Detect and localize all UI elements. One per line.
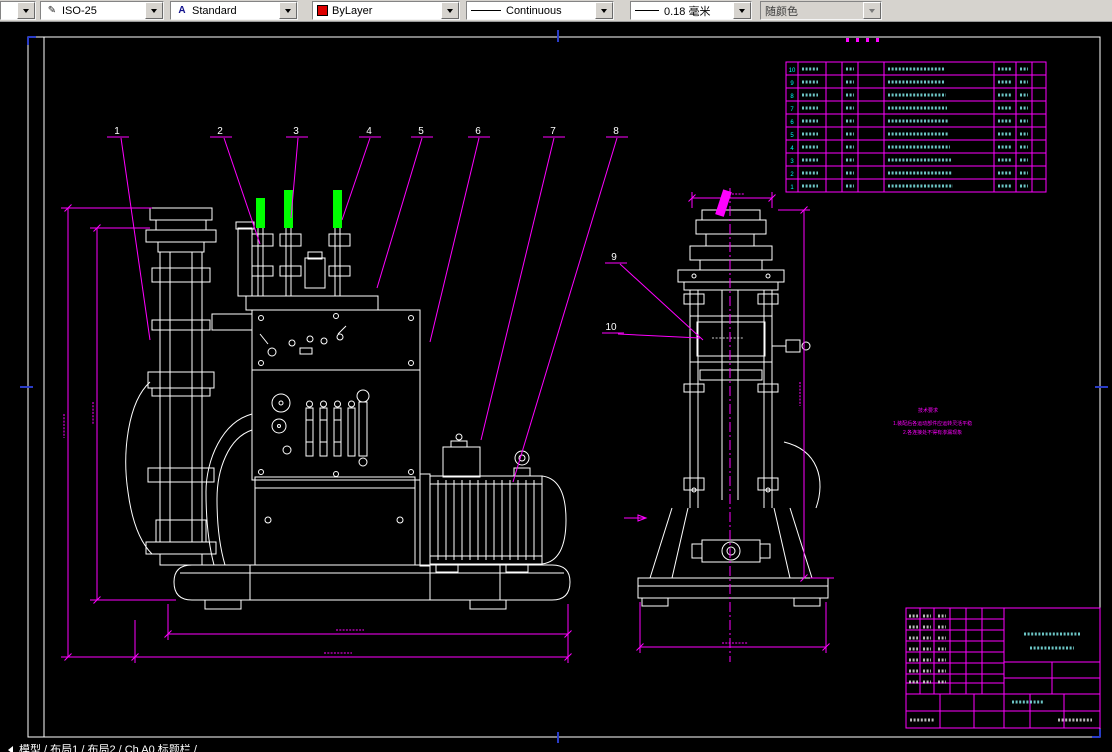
toolbar: ✎ ISO-25 A Standard ByLayer Continuous 0… [0,0,1112,22]
color-swatch-icon [317,5,328,16]
drawing-canvas[interactable]: 1 2 3 4 5 6 7 8 9 10 技术要求 1.装配后各运动部件应运转灵… [0,22,1112,744]
dim-style-combo[interactable]: ✎ ISO-25 [40,1,164,20]
chevron-down-icon[interactable] [17,2,35,19]
selection-grips[interactable] [256,190,342,228]
technical-note: 技术要求 1.装配后各运动部件应运转灵活平稳 2.各连接处不得有渗漏现象 [893,407,972,436]
callout-number: 2 [217,126,223,137]
linetype-value: Continuous [506,4,562,17]
svg-text:2: 2 [790,172,794,178]
dimensions[interactable] [61,192,834,663]
note-line: 技术要求 [918,407,938,414]
title-block-text [909,614,1092,722]
text-style-value: Standard [192,4,237,17]
side-view-geometry[interactable] [637,209,829,607]
note-line: 1.装配后各运动部件应运转灵活平稳 [893,420,972,427]
callout-number: 4 [366,126,372,137]
lineweight-combo[interactable]: 0.18 毫米 [630,1,752,20]
stray-marks [846,38,879,42]
svg-text:1: 1 [790,185,794,191]
color-value: ByLayer [332,4,373,17]
dim-style-icon: ✎ [47,5,57,16]
callout-number: 5 [418,126,424,137]
chevron-down-icon[interactable] [145,2,163,19]
plot-style-combo: 随颜色 [760,1,882,20]
tab-scroll-left-icon[interactable] [8,746,13,752]
color-combo[interactable]: ByLayer [312,1,460,20]
callout-leaders[interactable]: 1 2 3 4 5 6 7 8 9 10 [107,126,704,483]
svg-text:10: 10 [789,68,796,74]
callout-number: 3 [293,126,299,137]
svg-text:7: 7 [790,107,794,113]
svg-text:4: 4 [790,146,794,152]
callout-number: 8 [613,126,619,137]
chevron-down-icon[interactable] [733,2,751,19]
svg-text:3: 3 [790,159,794,165]
layer-combo-partial[interactable] [0,1,36,20]
text-style-combo[interactable]: A Standard [170,1,298,20]
chevron-down-icon[interactable] [595,2,613,19]
sheet-frame [27,36,1101,738]
callout-number: 7 [550,126,556,137]
lineweight-preview-icon [635,10,659,11]
lineweight-value: 0.18 毫米 [664,5,711,18]
chevron-down-icon[interactable] [441,2,459,19]
layout-tab-bar[interactable]: 模型 / 布局1 / 布局2 / Ch A0 标题栏 / [0,744,1112,752]
cad-application-window: ✎ ISO-25 A Standard ByLayer Continuous 0… [0,0,1112,752]
linetype-combo[interactable]: Continuous [466,1,614,20]
note-line: 2.各连接处不得有渗漏现象 [903,429,962,436]
chevron-down-icon[interactable] [279,2,297,19]
dim-style-value: ISO-25 [62,4,97,17]
linetype-preview-icon [471,10,501,11]
callout-number: 9 [611,252,617,263]
layout-tabs[interactable]: 模型 / 布局1 / 布局2 / Ch A0 标题栏 / [19,744,197,752]
chevron-down-icon [863,2,881,19]
callout-number: 6 [475,126,481,137]
text-style-icon: A [178,5,186,16]
title-block[interactable] [905,607,1101,729]
parts-list-text: 10 9 8 7 6 5 4 3 2 1 [789,67,1028,191]
front-view-geometry[interactable] [125,207,571,610]
svg-text:5: 5 [790,133,794,139]
callout-number: 1 [114,126,120,137]
svg-text:9: 9 [790,81,794,87]
callout-number: 10 [605,322,617,333]
svg-text:8: 8 [790,94,794,100]
plot-style-value: 随颜色 [765,5,798,18]
svg-text:6: 6 [790,120,794,126]
